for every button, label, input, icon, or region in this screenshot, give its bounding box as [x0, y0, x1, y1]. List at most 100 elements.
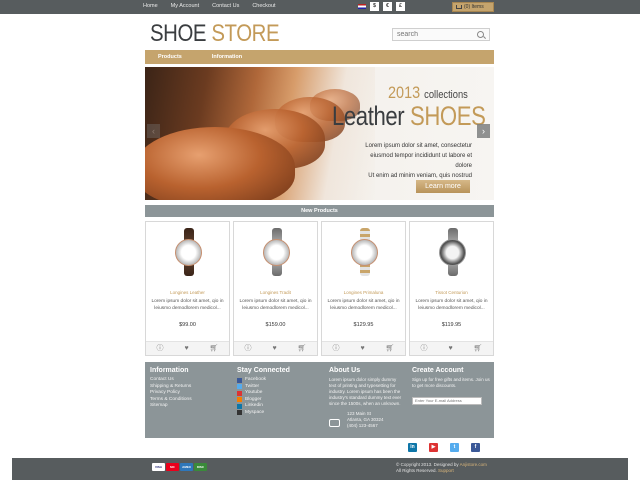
- address-line: (404) 123-4567: [347, 423, 378, 428]
- cart-icon[interactable]: 🛒︎: [386, 345, 395, 352]
- footer-about: About Us Lorem ipsum dolor simply dummy …: [329, 367, 404, 429]
- footer-link-sitemap[interactable]: Sitemap: [150, 403, 192, 410]
- product-actions: ⓘ ♥ 🛒︎: [234, 341, 317, 355]
- main-nav: Products Information: [145, 50, 494, 64]
- logo-word-shoe: SHOE: [150, 20, 207, 47]
- product-name[interactable]: Longines Leather: [146, 290, 229, 295]
- youtube-icon: [237, 390, 242, 396]
- footer-create-account: Create Account Sign up for free gifts an…: [412, 367, 490, 407]
- heart-icon[interactable]: ♥: [184, 345, 188, 352]
- currency-pound-button[interactable]: £: [396, 2, 405, 11]
- top-link-contact-us[interactable]: Contact Us: [212, 3, 239, 9]
- payment-cards: VISA MC AMEX DISC: [152, 463, 207, 471]
- discover-icon: DISC: [194, 463, 207, 471]
- amex-icon: AMEX: [180, 463, 193, 471]
- product-card[interactable]: Longines Primaluna Lorem ipsum dolor sit…: [321, 221, 406, 356]
- search-icon[interactable]: [477, 31, 484, 38]
- copyright-text: © Copyright 2013. Designed by: [396, 462, 459, 467]
- myspace-label: Myspace: [245, 409, 265, 415]
- watch-face: [351, 239, 378, 266]
- designer-link[interactable]: Anjistore.com: [460, 462, 487, 467]
- cart-button[interactable]: (0) Items: [452, 2, 494, 12]
- footer-address: 123 Main St Atlanta, GA 30324 (404) 123-…: [329, 411, 404, 429]
- footer-information-title: Information: [150, 367, 189, 374]
- product-name[interactable]: Longines Tradit: [234, 290, 317, 295]
- product-image-watch[interactable]: [438, 228, 468, 276]
- info-icon[interactable]: ⓘ: [420, 345, 427, 352]
- footer-account-text: Sign up for free gifts and items. Join u…: [412, 377, 490, 388]
- product-price: $119.95: [441, 322, 462, 328]
- nav-information[interactable]: Information: [212, 54, 242, 60]
- footer-stay-connected: Stay Connected Facebook Twitter Youtube …: [237, 367, 290, 416]
- product-name[interactable]: Tissot Centurion: [410, 290, 493, 295]
- currency-euro-button[interactable]: €: [383, 2, 392, 11]
- search-box: [392, 28, 490, 41]
- email-field[interactable]: [412, 396, 482, 405]
- product-actions: ⓘ ♥ 🛒︎: [146, 341, 229, 355]
- blogger-icon: [237, 397, 242, 403]
- cart-icon[interactable]: 🛒︎: [474, 345, 483, 352]
- product-image-watch[interactable]: [174, 228, 204, 276]
- facebook-button-icon[interactable]: f: [471, 443, 480, 452]
- slider-prev-arrow-icon[interactable]: ‹: [147, 124, 160, 138]
- twitter-button-icon[interactable]: t: [450, 443, 459, 452]
- top-link-checkout[interactable]: Checkout: [252, 3, 275, 9]
- product-image-watch[interactable]: [262, 228, 292, 276]
- linkedin-icon: [237, 403, 242, 409]
- top-nav: Home My Account Contact Us Checkout: [143, 3, 289, 9]
- info-icon[interactable]: ⓘ: [156, 345, 163, 352]
- cart-icon[interactable]: 🛒︎: [210, 345, 219, 352]
- footer-link-myspace[interactable]: Myspace: [237, 410, 290, 417]
- phone-icon: [329, 419, 340, 427]
- heart-icon[interactable]: ♥: [448, 345, 452, 352]
- us-flag-icon[interactable]: [358, 4, 366, 9]
- product-card[interactable]: Longines Tradit Lorem ipsum dolor sit am…: [233, 221, 318, 356]
- myspace-icon: [237, 410, 242, 416]
- product-description: Lorem ipsum dolor sit amet, qio in leius…: [151, 299, 224, 311]
- product-card[interactable]: Tissot Centurion Lorem ipsum dolor sit a…: [409, 221, 494, 356]
- product-actions: ⓘ ♥ 🛒︎: [322, 341, 405, 355]
- cart-label: (0) Items: [464, 4, 484, 10]
- info-icon[interactable]: ⓘ: [332, 345, 339, 352]
- slider-next-arrow-icon[interactable]: ›: [477, 124, 490, 138]
- product-card[interactable]: Longines Leather Lorem ipsum dolor sit a…: [145, 221, 230, 356]
- learn-more-button[interactable]: Learn more: [416, 180, 470, 193]
- slider-title-shoes: SHOES: [409, 101, 486, 131]
- product-description: Lorem ipsum dolor sit amet, qio in leius…: [239, 299, 312, 311]
- cart-icon[interactable]: 🛒︎: [298, 345, 307, 352]
- heart-icon[interactable]: ♥: [360, 345, 364, 352]
- top-link-home[interactable]: Home: [143, 3, 158, 9]
- slider-text-line: eiusmod tempor incididunt ut labore et d…: [370, 153, 472, 169]
- product-price: $99.00: [179, 322, 196, 328]
- footer-stay-connected-title: Stay Connected: [237, 367, 290, 374]
- info-icon[interactable]: ⓘ: [244, 345, 251, 352]
- slider-title: Leather SHOES: [332, 101, 486, 132]
- currency-dollar-button[interactable]: $: [370, 2, 379, 11]
- nav-products[interactable]: Products: [158, 54, 182, 60]
- youtube-button-icon[interactable]: ▶: [429, 443, 438, 452]
- visa-icon: VISA: [152, 463, 165, 471]
- slider-title-leather: Leather: [332, 101, 405, 131]
- top-bar: [0, 0, 640, 14]
- slider-year: 2013 collections: [388, 83, 468, 103]
- footer-create-account-title: Create Account: [412, 367, 464, 374]
- linkedin-button-icon[interactable]: in: [408, 443, 417, 452]
- top-link-my-account[interactable]: My Account: [171, 3, 199, 9]
- search-input[interactable]: [393, 31, 477, 38]
- slider-collections: collections: [424, 89, 468, 101]
- product-grid: Longines Leather Lorem ipsum dolor sit a…: [145, 221, 494, 356]
- slider-text-line: Lorem ipsum dolor sit amet, consectetur: [365, 143, 472, 149]
- product-image-watch[interactable]: [350, 228, 380, 276]
- product-description: Lorem ipsum dolor sit amet, qio in leius…: [415, 299, 488, 311]
- watch-face: [439, 239, 466, 266]
- footer-about-text: Lorem ipsum dolor simply dummy text of p…: [329, 377, 402, 406]
- footer-about-title: About Us: [329, 367, 361, 374]
- logo-word-store: STORE: [211, 20, 280, 47]
- heart-icon[interactable]: ♥: [272, 345, 276, 352]
- support-link[interactable]: Support: [438, 468, 454, 473]
- product-actions: ⓘ ♥ 🛒︎: [410, 341, 493, 355]
- slider-text: Lorem ipsum dolor sit amet, consectetur …: [352, 141, 472, 181]
- product-name[interactable]: Longines Primaluna: [322, 290, 405, 295]
- rights-text: All Rights Reserved.: [396, 468, 437, 473]
- site-logo[interactable]: SHOE STORE: [150, 20, 280, 48]
